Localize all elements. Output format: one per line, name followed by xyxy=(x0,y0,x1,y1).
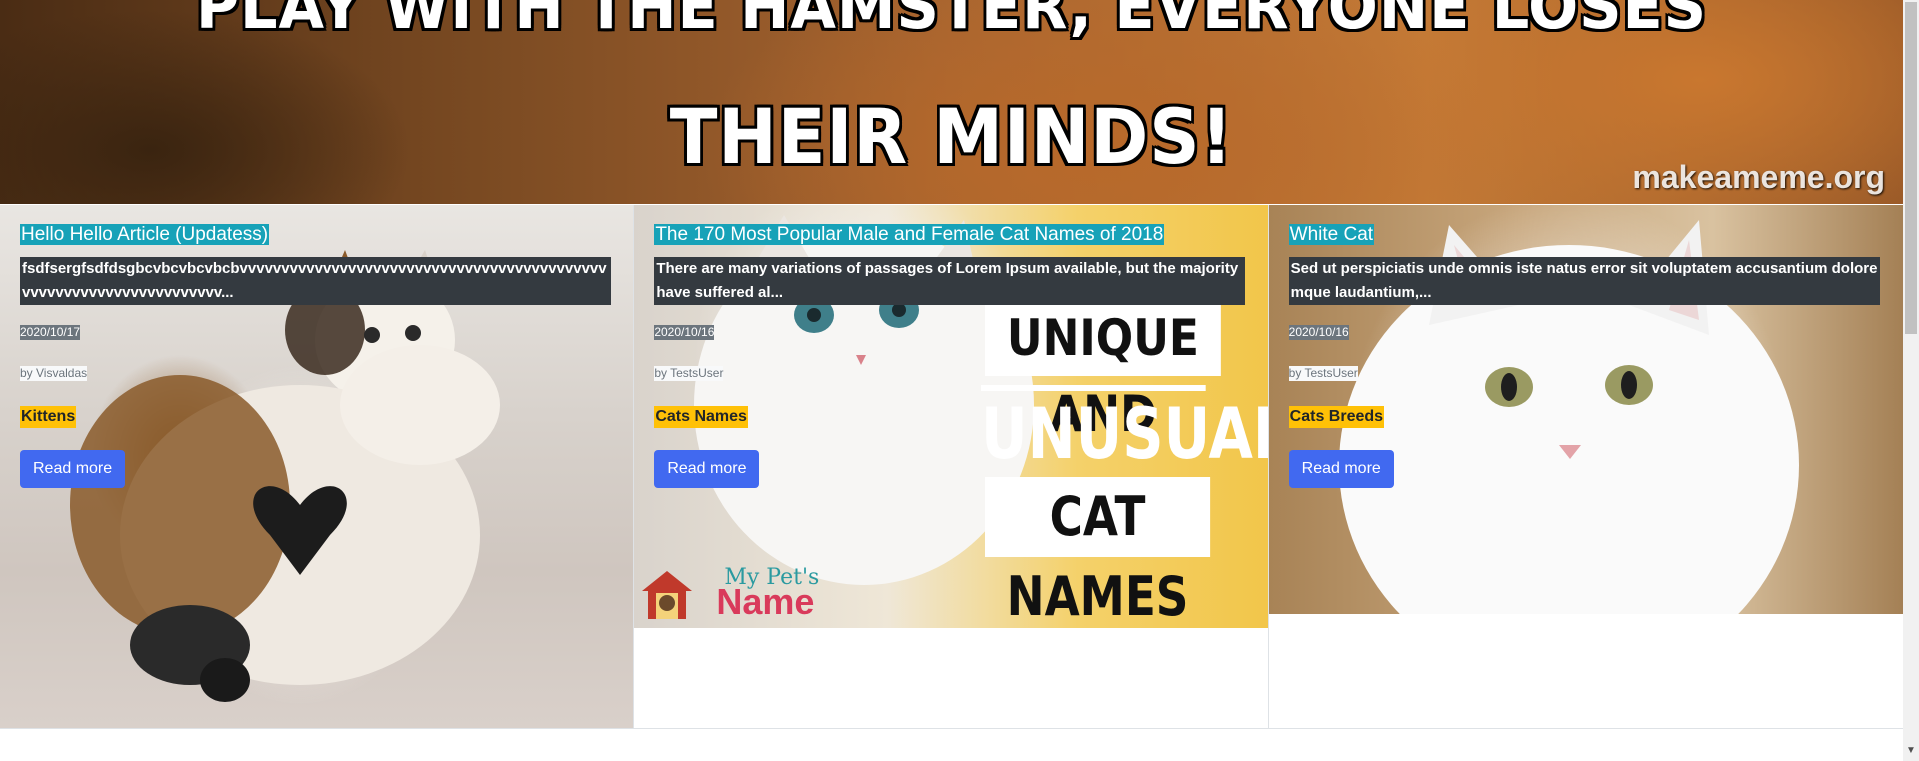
article-author: by Visvaldas xyxy=(20,366,88,381)
article-title-link[interactable]: The 170 Most Popular Male and Female Cat… xyxy=(654,224,1165,245)
read-more-button[interactable]: Read more xyxy=(20,450,126,488)
my-pets-name-logo: My Pet's Name xyxy=(640,565,840,623)
article-author: by TestsUser xyxy=(654,366,724,381)
hero-text-line2: THEIR MINDS! xyxy=(669,92,1234,181)
article-author: by TestsUser xyxy=(1288,366,1358,381)
doghouse-icon xyxy=(642,571,693,619)
card-content: White Cat Sed ut perspiciatis unde omnis… xyxy=(1288,221,1880,488)
article-card: Hello Hello Article (Updatess) fsdfsergf… xyxy=(0,205,635,728)
scroll-down-arrow-icon[interactable]: ▼ xyxy=(1903,743,1919,759)
article-date: 2020/10/16 xyxy=(1288,325,1349,340)
article-card: White Cat Sed ut perspiciatis unde omnis… xyxy=(1268,205,1903,728)
article-description: Sed ut perspiciatis unde omnis iste natu… xyxy=(1288,257,1880,305)
hero-watermark: makeameme.org xyxy=(1632,159,1885,195)
card-content: Hello Hello Article (Updatess) fsdfsergf… xyxy=(20,221,611,488)
article-title-link[interactable]: Hello Hello Article (Updatess) xyxy=(20,224,270,245)
article-description: fsdfsergfsdfdsgbcvbcvbcvbcbvvvvvvvvvvvvv… xyxy=(20,257,611,305)
card-content: The 170 Most Popular Male and Female Cat… xyxy=(654,221,1246,488)
read-more-button[interactable]: Read more xyxy=(654,450,760,488)
article-category-badge[interactable]: Cats Names xyxy=(654,406,748,428)
article-category-badge[interactable]: Cats Breeds xyxy=(1288,406,1385,428)
scrollbar-thumb[interactable] xyxy=(1905,2,1917,334)
hero-text-line1: PLAY WITH THE HAMSTER, EVERYONE LOSES xyxy=(195,0,1708,43)
image-text-cat-names: CAT NAMES xyxy=(985,477,1211,628)
article-description: There are many variations of passages of… xyxy=(654,257,1246,305)
article-title-link[interactable]: White Cat xyxy=(1288,224,1375,245)
article-cards: Hello Hello Article (Updatess) fsdfsergf… xyxy=(0,205,1903,729)
read-more-button[interactable]: Read more xyxy=(1288,450,1394,488)
article-date: 2020/10/16 xyxy=(654,325,715,340)
vertical-scrollbar[interactable]: ▼ xyxy=(1903,0,1919,761)
article-category-badge[interactable]: Kittens xyxy=(20,406,77,428)
hero-banner-image: PLAY WITH THE HAMSTER, EVERYONE LOSES TH… xyxy=(0,0,1903,204)
article-date: 2020/10/17 xyxy=(20,325,81,340)
article-card: UNIQUE AND UNUSUAL CAT NAMES My Pet's Na… xyxy=(634,205,1269,728)
logo-text-bottom: Name xyxy=(716,581,815,622)
